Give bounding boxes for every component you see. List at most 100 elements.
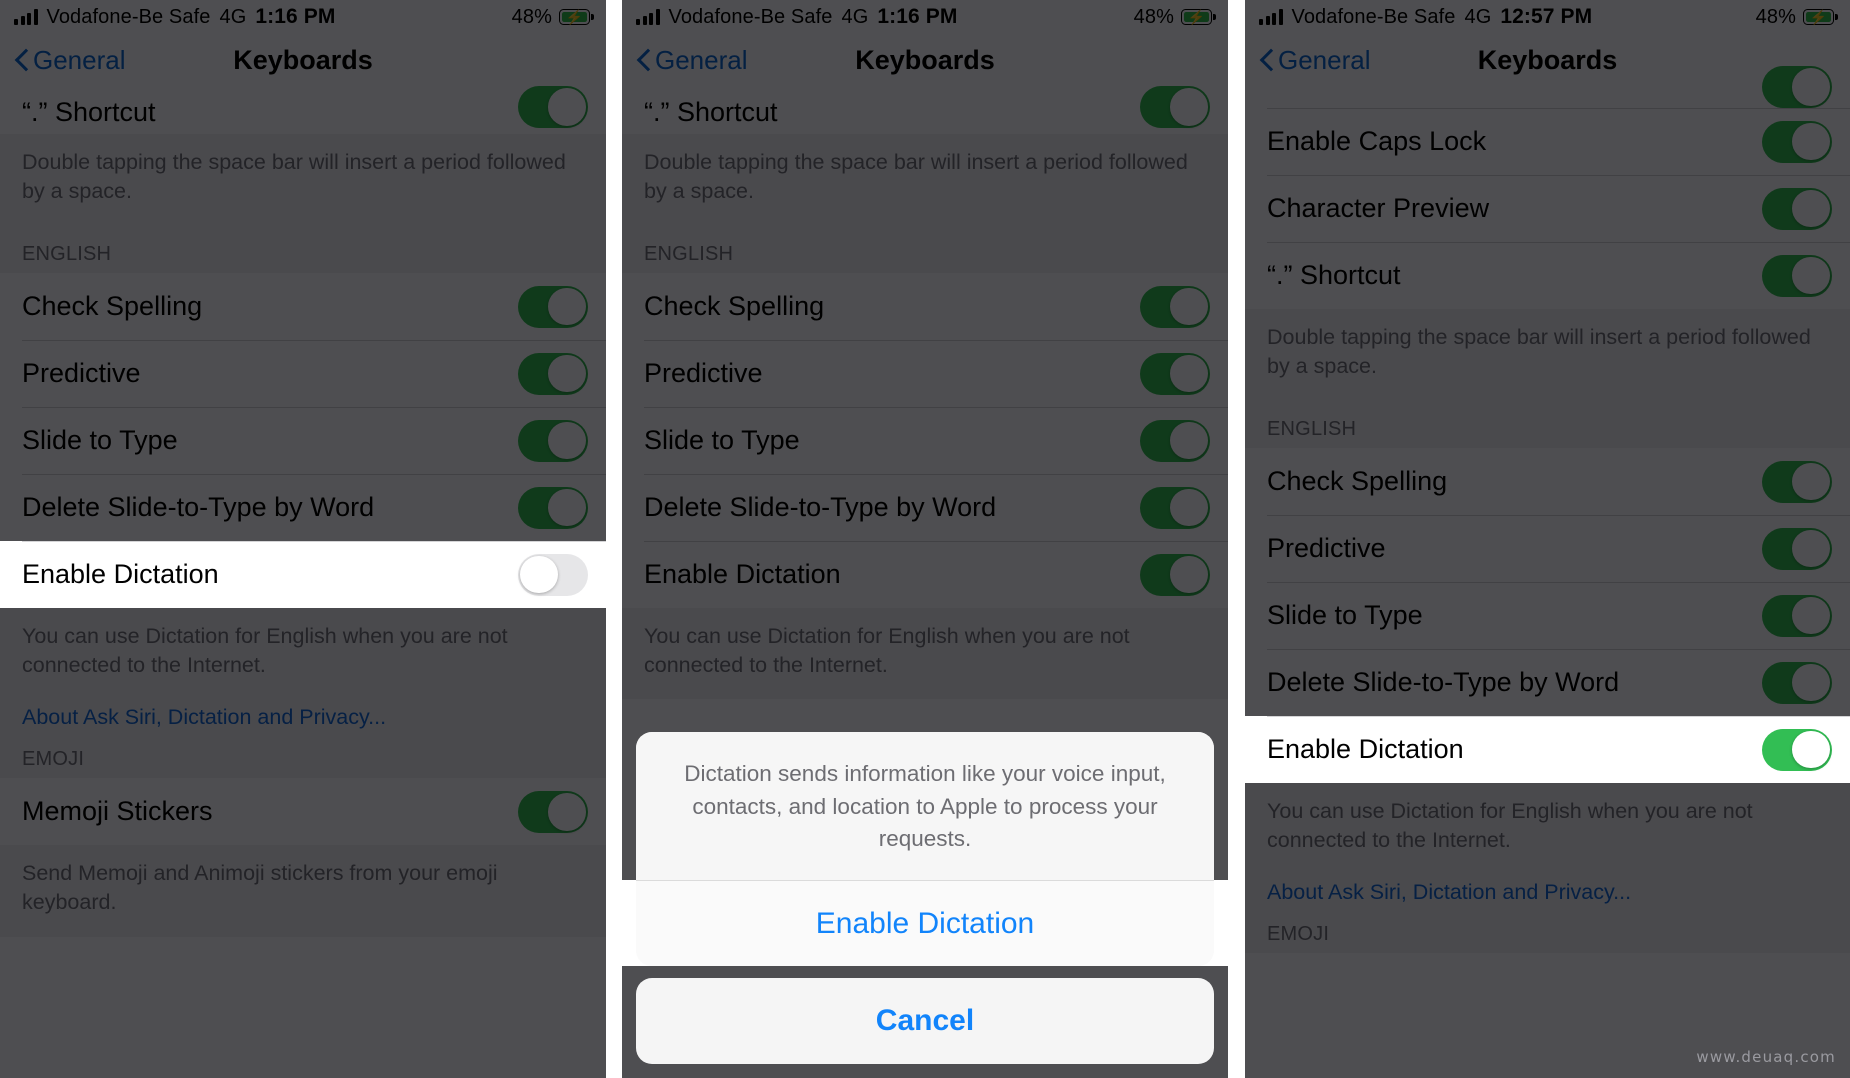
back-button-label: General <box>1278 44 1371 75</box>
status-bar-left: Vodafone-Be Safe 4G 12:57 PM <box>1259 5 1592 29</box>
status-bar: Vodafone-Be Safe 4G 12:57 PM 48% ⚡ <box>1245 0 1850 34</box>
toggle-switch-on[interactable] <box>1762 187 1832 230</box>
battery-percent: 48% <box>1133 5 1174 28</box>
settings-row[interactable]: “.” Shortcut <box>0 86 606 134</box>
settings-list: “.” Shortcut Double tapping the space bar… <box>622 86 1228 700</box>
settings-row-label: Slide to Type <box>1267 600 1423 631</box>
privacy-link[interactable]: About Ask Siri, Dictation and Privacy... <box>1245 874 1850 906</box>
panel-divider <box>606 0 622 1078</box>
battery-percent: 48% <box>1755 5 1796 28</box>
chevron-left-icon <box>14 47 29 73</box>
panel-1-dictation-off: Vodafone-Be Safe 4G 1:16 PM 48% ⚡ General Keyb… <box>0 0 606 1078</box>
status-bar-left: Vodafone-Be Safe 4G 1:16 PM <box>636 5 957 29</box>
toggle-switch-off[interactable] <box>518 553 588 596</box>
toggle-switch-on[interactable] <box>1762 120 1832 163</box>
back-button-label: General <box>33 44 126 75</box>
chevron-left-icon <box>636 47 651 73</box>
settings-row[interactable]: Slide to Type <box>622 407 1228 475</box>
panel-3-dictation-on: Vodafone-Be Safe 4G 12:57 PM 48% ⚡ General Key… <box>1245 0 1850 1078</box>
watermark-text: www.deuaq.com <box>1696 1048 1836 1066</box>
toggle-switch-on[interactable] <box>518 790 588 833</box>
settings-row[interactable]: Enable Dictation <box>622 541 1228 609</box>
toggle-switch-on[interactable] <box>518 86 588 128</box>
screenshot-stage: Vodafone-Be Safe 4G 1:16 PM 48% ⚡ General Keyb… <box>0 0 1850 1078</box>
settings-footnote: Double tapping the space bar will insert… <box>0 134 606 226</box>
settings-group-header: ENGLISH <box>622 225 1228 274</box>
status-bar-right: 48% ⚡ <box>512 6 594 29</box>
toggle-switch-on[interactable] <box>518 486 588 529</box>
toggle-switch-on[interactable] <box>1140 352 1210 395</box>
settings-row-label: Delete Slide-to-Type by Word <box>22 492 375 523</box>
settings-row-label: Check Spelling <box>22 291 203 322</box>
battery-charging-icon: ⚡ <box>1803 9 1838 25</box>
toggle-switch-on[interactable] <box>1762 527 1832 570</box>
settings-row[interactable]: Check Spelling <box>1245 448 1850 516</box>
settings-row[interactable]: Check Spelling <box>0 273 606 341</box>
toggle-switch-on[interactable] <box>1140 86 1210 128</box>
settings-row-label: Check Spelling <box>1267 466 1448 497</box>
settings-row[interactable]: Slide to Type <box>0 407 606 475</box>
settings-row-label: Delete Slide-to-Type by Word <box>1267 667 1620 698</box>
settings-row[interactable]: Character Preview <box>1245 175 1850 242</box>
settings-row[interactable]: “.” Shortcut <box>1245 242 1850 309</box>
carrier-name: Vodafone-Be Safe <box>46 5 211 28</box>
toggle-switch-on[interactable] <box>1762 728 1832 771</box>
status-bar-clock: 1:16 PM <box>877 5 958 28</box>
toggle-switch-on[interactable] <box>1762 594 1832 637</box>
settings-row[interactable]: Predictive <box>622 340 1228 408</box>
battery-charging-icon: ⚡ <box>1181 9 1216 25</box>
toggle-switch-on[interactable] <box>1140 419 1210 462</box>
settings-row[interactable]: Slide to Type <box>1245 582 1850 650</box>
action-sheet-message: Dictation sends information like your vo… <box>636 732 1214 880</box>
settings-row[interactable]: Predictive <box>0 340 606 408</box>
settings-row[interactable]: Delete Slide-to-Type by Word <box>0 474 606 542</box>
toggle-switch-on[interactable] <box>1762 460 1832 503</box>
toggle-switch-on[interactable] <box>1762 661 1832 704</box>
status-bar-right: 48% ⚡ <box>1755 5 1838 29</box>
settings-list: “.” Shortcut Double tapping the space bar… <box>0 86 606 937</box>
back-button[interactable]: General <box>14 45 126 76</box>
panel-2-confirm-sheet: Vodafone-Be Safe 4G 1:16 PM 48% ⚡ General Keyb… <box>622 0 1228 1078</box>
toggle-switch-on[interactable] <box>518 352 588 395</box>
settings-group-header: EMOJI <box>0 730 606 779</box>
settings-row[interactable]: Enable Caps Lock <box>1245 108 1850 175</box>
toggle-switch-on[interactable] <box>1762 66 1832 108</box>
settings-row-label: Enable Dictation <box>1267 734 1464 765</box>
status-bar-clock: 1:16 PM <box>255 5 336 28</box>
settings-row[interactable] <box>1245 66 1850 108</box>
settings-row[interactable]: “.” Shortcut <box>622 86 1228 134</box>
settings-row[interactable]: Delete Slide-to-Type by Word <box>622 474 1228 542</box>
network-type: 4G <box>1464 5 1492 28</box>
toggle-switch-on[interactable] <box>518 419 588 462</box>
settings-row[interactable]: Enable Dictation <box>1245 716 1850 784</box>
toggle-switch-on[interactable] <box>1140 553 1210 596</box>
action-sheet-group: Dictation sends information like your vo… <box>636 732 1214 966</box>
back-button[interactable]: General <box>636 45 748 76</box>
settings-row-label: Check Spelling <box>644 291 825 322</box>
nav-bar: General Keyboards <box>1245 34 1850 86</box>
toggle-switch-on[interactable] <box>1762 254 1832 297</box>
carrier-name: Vodafone-Be Safe <box>668 5 833 28</box>
settings-row-label: Delete Slide-to-Type by Word <box>644 492 997 523</box>
status-bar: Vodafone-Be Safe 4G 1:16 PM 48% ⚡ <box>622 0 1228 34</box>
settings-footnote: Send Memoji and Animoji stickers from yo… <box>0 845 606 937</box>
toggle-switch-on[interactable] <box>1140 486 1210 529</box>
settings-list: Enable Caps Lock Character Preview “.” Sho… <box>1245 66 1850 954</box>
settings-group-header: EMOJI <box>1245 905 1850 954</box>
settings-footnote: You can use Dictation for English when y… <box>0 608 606 700</box>
privacy-link[interactable]: About Ask Siri, Dictation and Privacy... <box>0 699 606 731</box>
toggle-switch-on[interactable] <box>518 285 588 328</box>
cancel-button[interactable]: Cancel <box>636 978 1214 1064</box>
settings-row[interactable]: Check Spelling <box>622 273 1228 341</box>
settings-row[interactable]: Predictive <box>1245 515 1850 583</box>
battery-charging-icon: ⚡ <box>559 9 594 25</box>
toggle-switch-on[interactable] <box>1140 285 1210 328</box>
enable-dictation-button[interactable]: Enable Dictation <box>636 880 1214 966</box>
settings-row[interactable]: Enable Dictation <box>0 541 606 609</box>
status-bar-right: 48% ⚡ <box>1133 5 1216 29</box>
settings-row[interactable]: Delete Slide-to-Type by Word <box>1245 649 1850 717</box>
cellular-signal-icon <box>14 9 38 25</box>
settings-row[interactable]: Memoji Stickers <box>0 778 606 846</box>
back-button[interactable]: General <box>1259 45 1371 76</box>
settings-row-label: Predictive <box>1267 533 1386 564</box>
